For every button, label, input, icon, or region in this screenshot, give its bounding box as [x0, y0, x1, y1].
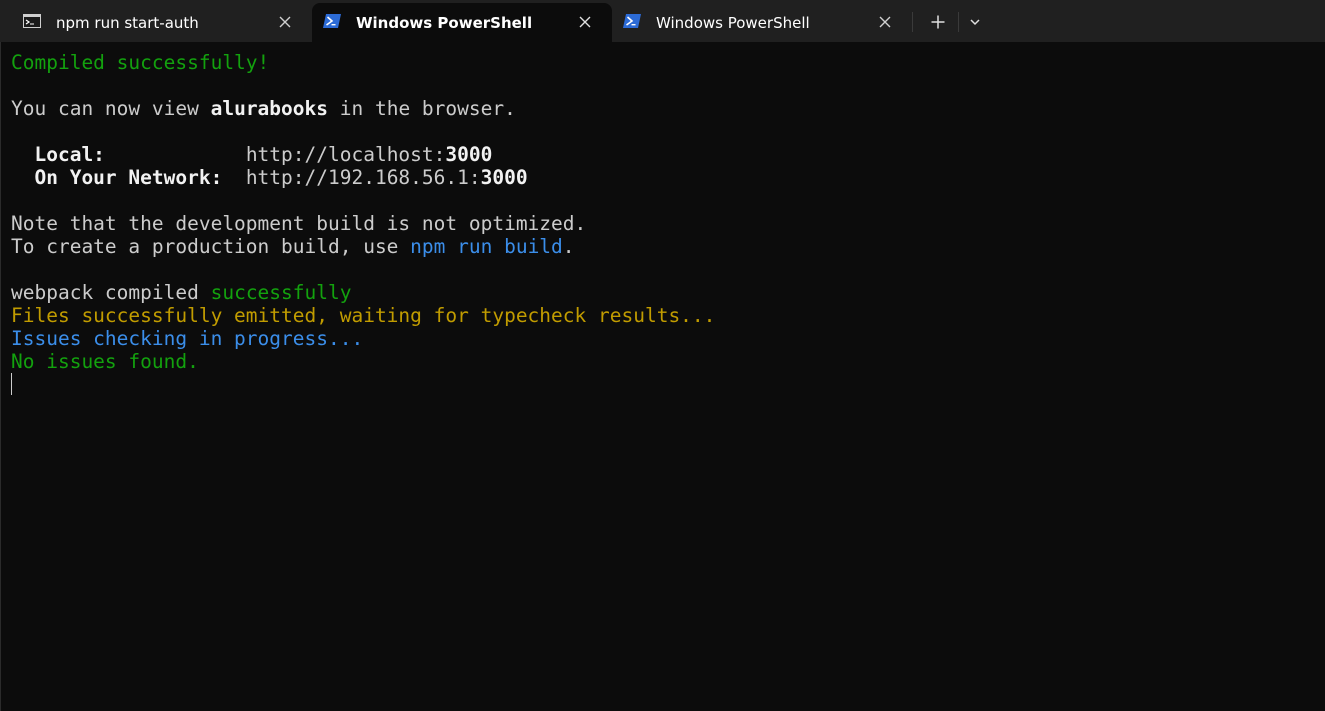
output-line: You can now view alurabooks in the brows…	[11, 97, 1325, 120]
output-line: On Your Network: http://192.168.56.1:300…	[11, 166, 1325, 189]
app-name: alurabooks	[210, 97, 328, 120]
prod-command: npm run build	[410, 235, 563, 258]
no-issues-message: No issues found.	[11, 350, 199, 373]
network-port: 3000	[480, 166, 528, 189]
local-label: Local:	[11, 143, 246, 166]
tab-title: Windows PowerShell	[656, 14, 810, 32]
new-tab-button[interactable]	[925, 9, 951, 35]
output-line: webpack compiled successfully	[11, 281, 1325, 304]
issues-checking-message: Issues checking in progress...	[11, 327, 364, 350]
tab-separator	[958, 12, 959, 32]
output-line: No issues found.	[11, 350, 1325, 373]
tab-bar: npm run start-auth Windows PowerShell Wi…	[0, 0, 1325, 42]
tab-title: Windows PowerShell	[356, 14, 533, 32]
note-message: Note that the development build is not o…	[11, 212, 587, 235]
view-suffix: in the browser.	[328, 97, 516, 120]
output-line: Compiled successfully!	[11, 51, 1325, 74]
local-url-base: http://localhost:	[245, 143, 446, 166]
tab-npm-run-start-auth[interactable]: npm run start-auth	[12, 3, 312, 42]
webpack-status: successfully	[210, 281, 352, 304]
cmd-icon	[23, 14, 41, 28]
chevron-down-icon	[970, 19, 980, 26]
tab-windows-powershell[interactable]: Windows PowerShell	[612, 3, 912, 42]
tab-title: npm run start-auth	[56, 14, 199, 32]
output-line: Note that the development build is not o…	[11, 212, 1325, 235]
text-cursor	[11, 373, 12, 395]
local-port: 3000	[445, 143, 493, 166]
prod-suffix: .	[562, 235, 575, 258]
output-line: Files successfully emitted, waiting for …	[11, 304, 1325, 327]
network-url-base: http://192.168.56.1:	[245, 166, 481, 189]
close-icon[interactable]	[578, 15, 592, 29]
output-line: Issues checking in progress...	[11, 327, 1325, 350]
files-emitted-message: Files successfully emitted, waiting for …	[11, 304, 716, 327]
terminal-output[interactable]: Compiled successfully! You can now view …	[0, 42, 1325, 711]
tab-windows-powershell-active[interactable]: Windows PowerShell	[312, 3, 612, 42]
network-label: On Your Network:	[11, 166, 246, 189]
tab-dropdown-button[interactable]	[962, 9, 988, 35]
terminal-window: npm run start-auth Windows PowerShell Wi…	[0, 0, 1325, 711]
prod-prefix: To create a production build, use	[11, 235, 411, 258]
view-prefix: You can now view	[11, 97, 211, 120]
powershell-icon	[623, 14, 641, 28]
output-line: To create a production build, use npm ru…	[11, 235, 1325, 258]
tab-separator	[912, 12, 913, 32]
close-icon[interactable]	[278, 15, 292, 29]
compiled-message: Compiled successfully!	[11, 51, 270, 74]
powershell-icon	[323, 14, 341, 28]
output-line: Local: http://localhost:3000	[11, 143, 1325, 166]
close-icon[interactable]	[878, 15, 892, 29]
prompt-line[interactable]	[11, 373, 1325, 396]
webpack-prefix: webpack compiled	[11, 281, 211, 304]
plus-icon	[931, 15, 945, 29]
